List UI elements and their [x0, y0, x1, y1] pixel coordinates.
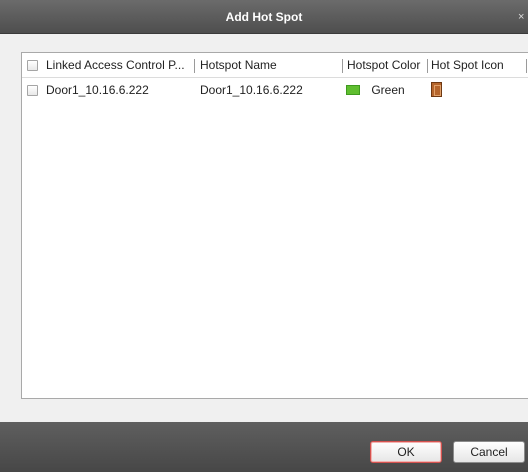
- table-row[interactable]: Door1_10.16.6.222 Door1_10.16.6.222 Gree…: [22, 78, 528, 103]
- dialog-footer: OK Cancel: [0, 422, 528, 472]
- dialog-title: Add Hot Spot: [225, 10, 303, 24]
- close-icon[interactable]: ×: [518, 0, 528, 34]
- cancel-button[interactable]: Cancel: [453, 441, 525, 463]
- door-icon: [431, 81, 442, 97]
- hotspot-color-cell[interactable]: Green: [346, 78, 426, 103]
- row-checkbox[interactable]: [27, 85, 38, 96]
- hotspot-name-cell: Door1_10.16.6.222: [200, 83, 303, 97]
- column-divider[interactable]: [526, 59, 527, 73]
- column-header-hot-spot-icon[interactable]: Hot Spot Icon: [431, 53, 521, 78]
- dialog-body: Linked Access Control P... Hotspot Name …: [0, 34, 528, 422]
- column-header-hotspot-name[interactable]: Hotspot Name: [200, 53, 340, 78]
- color-label: Green: [371, 83, 405, 97]
- access-control-point-cell: Door1_10.16.6.222: [46, 83, 149, 97]
- column-header-hotspot-color[interactable]: Hotspot Color: [347, 53, 427, 78]
- hot-spot-icon-cell[interactable]: [431, 78, 521, 103]
- column-divider[interactable]: [194, 59, 195, 73]
- column-divider[interactable]: [427, 59, 428, 73]
- add-hot-spot-dialog: Add Hot Spot × Linked Access Control P..…: [0, 0, 528, 472]
- hotspot-table: Linked Access Control P... Hotspot Name …: [21, 52, 528, 399]
- column-header-linked-access-control-point[interactable]: Linked Access Control P...: [46, 53, 196, 78]
- color-swatch-icon: [346, 84, 360, 95]
- table-header: Linked Access Control P... Hotspot Name …: [22, 53, 528, 78]
- ok-button[interactable]: OK: [370, 441, 442, 463]
- column-divider[interactable]: [342, 59, 343, 73]
- select-all-checkbox[interactable]: [27, 60, 38, 71]
- title-bar[interactable]: Add Hot Spot ×: [0, 0, 528, 34]
